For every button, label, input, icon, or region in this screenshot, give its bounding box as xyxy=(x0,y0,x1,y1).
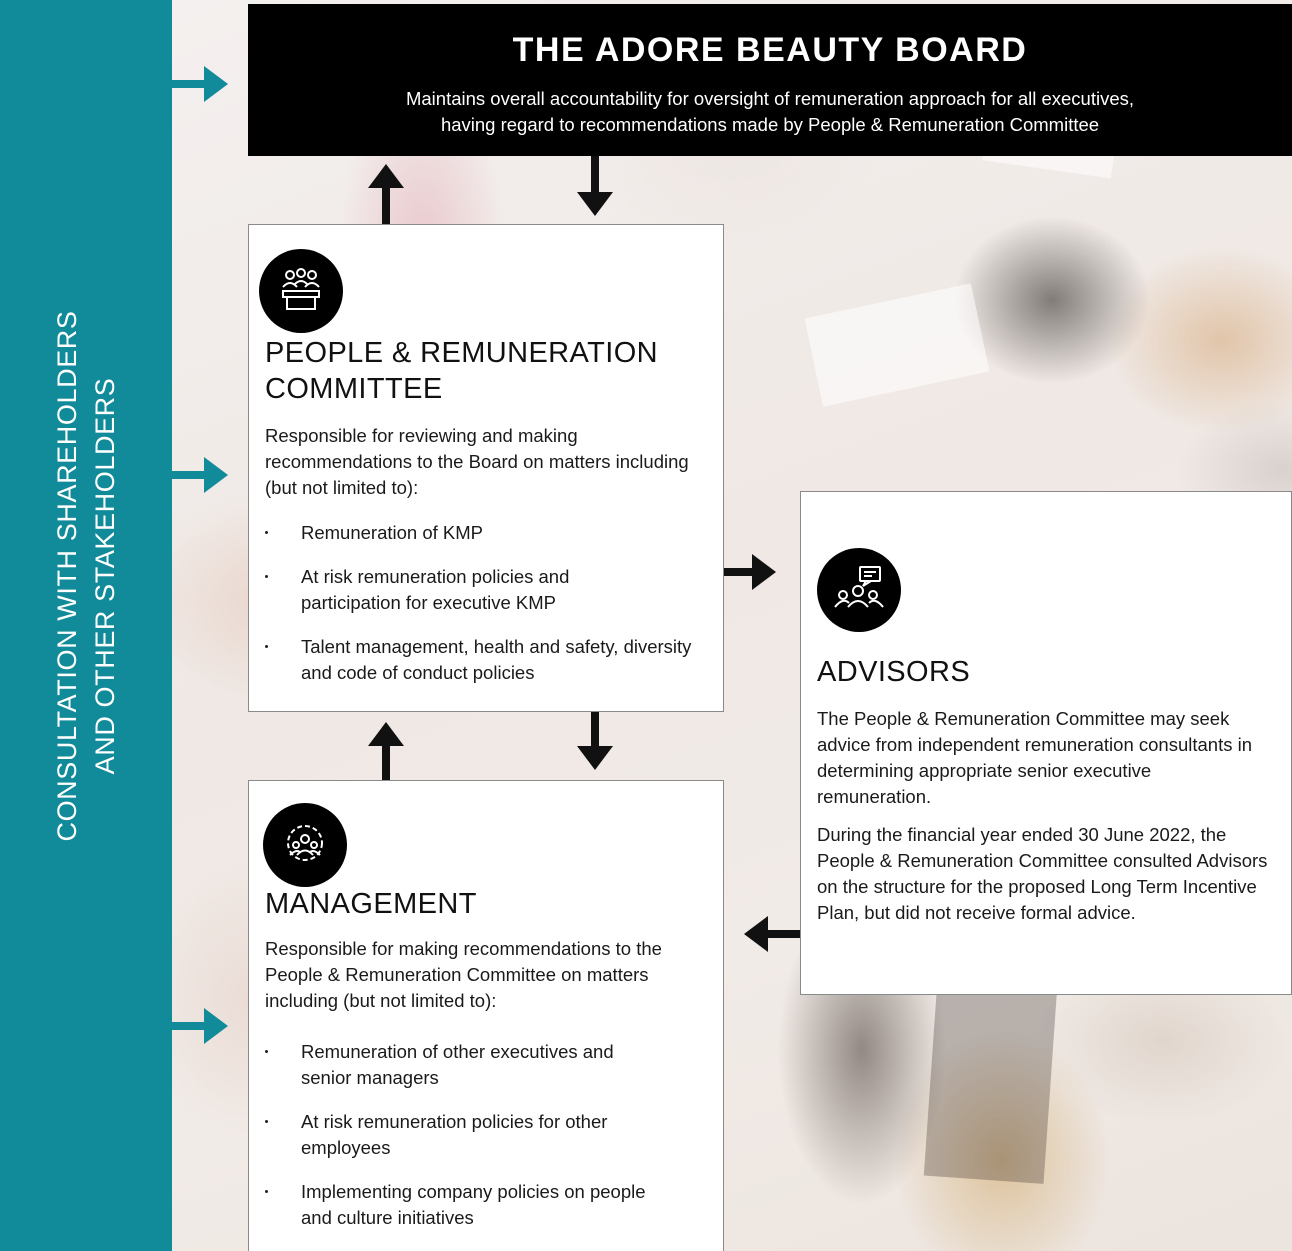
bullet-text: Remuneration of other executives and sen… xyxy=(301,1041,614,1088)
board-title: THE ADORE BEAUTY BOARD xyxy=(512,31,1028,69)
committee-title: PEOPLE & REMUNERATION COMMITTEE xyxy=(265,335,658,407)
sidebar-label-line1: CONSULTATION WITH SHAREHOLDERS xyxy=(52,310,82,842)
advisors-paragraph-2: During the financial year ended 30 June … xyxy=(817,824,1268,923)
team-gear-icon xyxy=(263,803,347,887)
arrow-down-icon xyxy=(577,156,613,216)
list-item: Remuneration of other executives and sen… xyxy=(263,1039,653,1091)
bullet-text: At risk remuneration policies for other … xyxy=(301,1111,608,1158)
arrow-up-icon xyxy=(368,164,404,224)
bullet-text: At risk remuneration policies and partic… xyxy=(301,566,570,613)
list-item: At risk remuneration policies for other … xyxy=(263,1109,653,1161)
advisors-paragraph-1: The People & Remuneration Committee may … xyxy=(817,708,1253,807)
committee-title-line1: PEOPLE & REMUNERATION xyxy=(265,337,658,369)
background-shape xyxy=(804,283,990,407)
sidebar-label-line2: AND OTHER STAKEHOLDERS xyxy=(90,377,120,775)
board-description-line1: Maintains overall accountability for ove… xyxy=(405,88,1135,109)
list-item: Implementing company policies on people … xyxy=(263,1179,653,1231)
sidebar-label: CONSULTATION WITH SHAREHOLDERS AND OTHER… xyxy=(48,310,124,841)
teal-arrow-right-icon xyxy=(172,1008,228,1044)
advisors-title: ADVISORS xyxy=(817,656,971,688)
arrow-right-icon xyxy=(724,554,776,590)
teal-arrow-right-icon xyxy=(172,66,228,102)
bullet-text: Implementing company policies on people … xyxy=(301,1181,646,1228)
management-card: MANAGEMENT Responsible for making recomm… xyxy=(248,780,724,1251)
board-description-line2: having regard to recommendations made by… xyxy=(440,114,1100,135)
committee-bullet-list: Remuneration of KMP At risk remuneration… xyxy=(263,520,703,704)
committee-card: PEOPLE & REMUNERATION COMMITTEE Responsi… xyxy=(248,224,724,712)
board-description: Maintains overall accountability for ove… xyxy=(248,86,1292,138)
bullet-text: Talent management, health and safety, di… xyxy=(301,636,692,683)
stakeholder-consultation-sidebar: CONSULTATION WITH SHAREHOLDERS AND OTHER… xyxy=(0,0,172,1251)
arrow-left-icon xyxy=(744,916,800,952)
management-bullet-list: Remuneration of other executives and sen… xyxy=(263,1039,653,1249)
committee-meeting-icon xyxy=(259,249,343,333)
teal-arrow-right-icon xyxy=(172,457,228,493)
list-item: Talent management, health and safety, di… xyxy=(263,634,703,686)
arrow-up-icon xyxy=(368,722,404,780)
arrow-down-icon xyxy=(577,712,613,770)
advisors-card: ADVISORS The People & Remuneration Commi… xyxy=(800,491,1292,995)
committee-title-line2: COMMITTEE xyxy=(265,373,443,405)
management-title: MANAGEMENT xyxy=(265,888,477,920)
board-box: THE ADORE BEAUTY BOARD Maintains overall… xyxy=(248,4,1292,156)
committee-intro: Responsible for reviewing and making rec… xyxy=(265,425,689,498)
bullet-text: Remuneration of KMP xyxy=(301,522,484,543)
management-intro: Responsible for making recommendations t… xyxy=(265,938,662,1011)
list-item: At risk remuneration policies and partic… xyxy=(263,564,703,616)
list-item: Remuneration of KMP xyxy=(263,520,703,546)
advisors-discussion-icon xyxy=(817,548,901,632)
